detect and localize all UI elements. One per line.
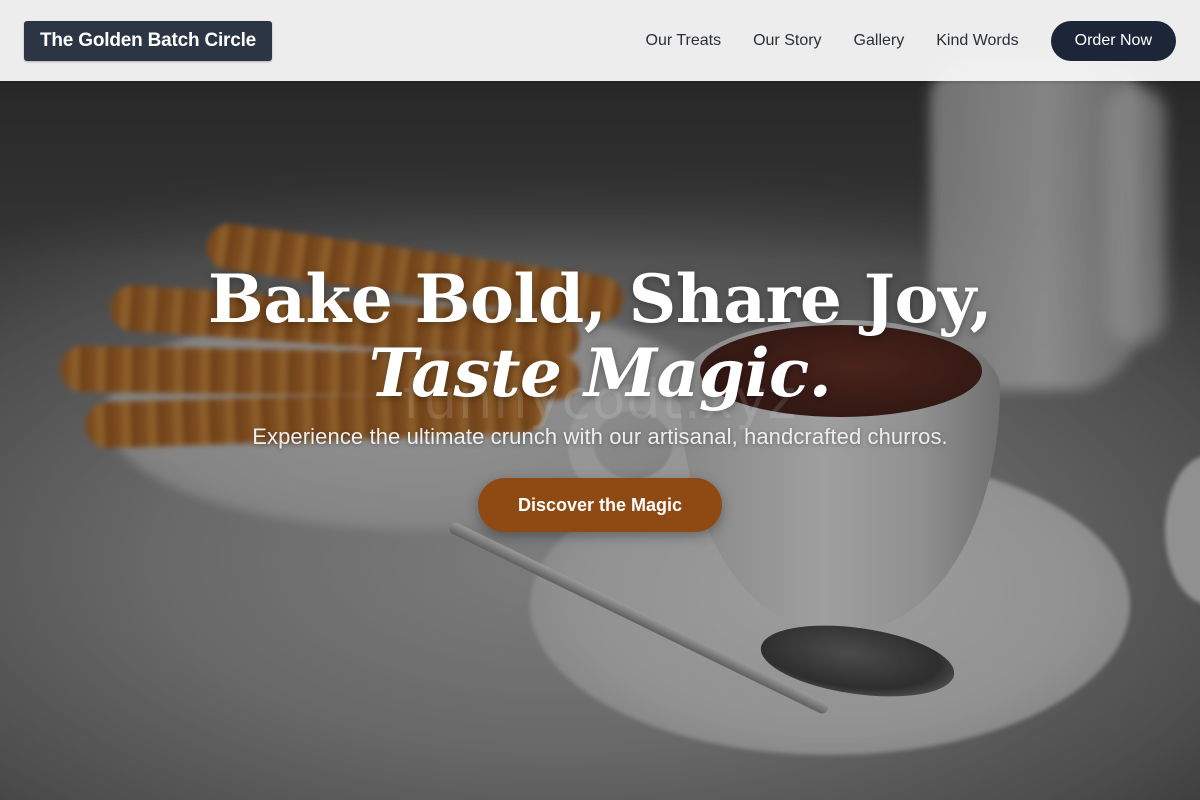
nav-link-gallery[interactable]: Gallery	[854, 32, 905, 50]
headline-line-1: Bake Bold, Share Joy,	[207, 260, 993, 338]
hero-content: Bake Bold, Share Joy, Taste Magic. Exper…	[0, 262, 1200, 532]
headline-line-2: Taste Magic.	[368, 334, 832, 412]
hero-headline: Bake Bold, Share Joy, Taste Magic.	[0, 262, 1200, 410]
brand-logo[interactable]: The Golden Batch Circle	[24, 20, 273, 61]
nav-link-our-treats[interactable]: Our Treats	[646, 32, 722, 50]
discover-the-magic-button[interactable]: Discover the Magic	[477, 478, 723, 532]
main-nav: Our Treats Our Story Gallery Kind Words …	[614, 20, 1176, 61]
nav-link-kind-words[interactable]: Kind Words	[936, 32, 1018, 50]
order-now-button[interactable]: Order Now	[1050, 20, 1176, 61]
hero-subtext: Experience the ultimate crunch with our …	[252, 424, 948, 449]
site-header: The Golden Batch Circle Our Treats Our S…	[0, 0, 1200, 81]
nav-link-our-story[interactable]: Our Story	[753, 32, 821, 50]
